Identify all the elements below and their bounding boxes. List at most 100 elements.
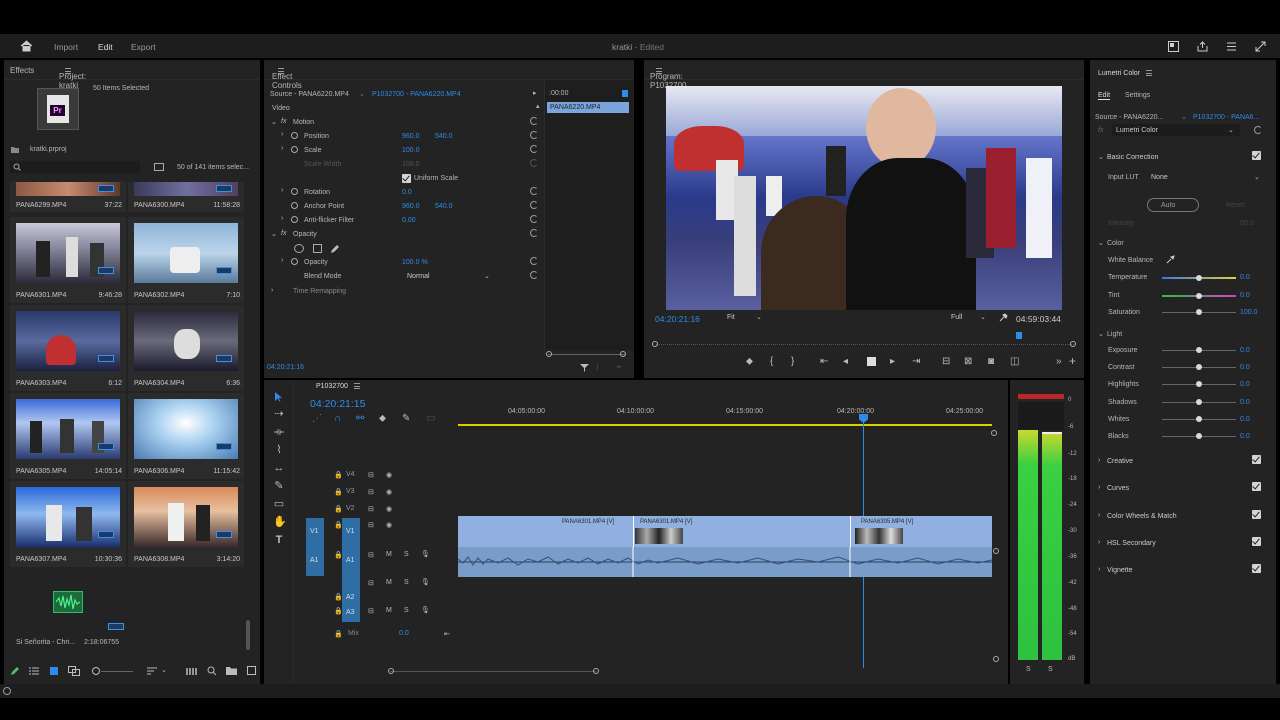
expand-icon[interactable]: › xyxy=(1098,512,1100,519)
position-y[interactable]: 540.0 xyxy=(435,133,453,140)
list-item[interactable]: PANA6303.MP4 6:12 xyxy=(10,305,126,391)
hsl-secondary-checkbox[interactable] xyxy=(1252,537,1261,546)
track-select-icon[interactable]: ⇢ xyxy=(273,408,285,420)
track-a2-target[interactable]: A2 xyxy=(342,576,360,604)
hsl-secondary-section[interactable]: HSL Secondary xyxy=(1107,540,1156,547)
fit-select[interactable]: Fit ⌄ xyxy=(726,312,766,324)
sort-icon[interactable] xyxy=(147,666,157,676)
reset-icon[interactable] xyxy=(1254,126,1262,134)
panel-menu-icon[interactable] xyxy=(278,68,284,74)
track-scroll-handle[interactable] xyxy=(993,548,999,554)
tab-program[interactable]: Program: P1032700 xyxy=(650,66,686,90)
stopwatch-icon[interactable] xyxy=(291,258,298,265)
nav-export[interactable]: Export xyxy=(131,42,156,52)
lock-icon[interactable]: 🔒 xyxy=(334,488,343,496)
keyframe-area[interactable]: :00:00 PANA6220.MP4 xyxy=(544,80,634,350)
nest-icon[interactable]: ⋰ xyxy=(312,414,322,424)
zoom-handle-right[interactable] xyxy=(620,351,626,357)
sync-lock-icon[interactable]: ⊟ xyxy=(368,471,374,479)
type-tool-icon[interactable]: T xyxy=(273,534,285,546)
tab-project[interactable]: Project: kratki xyxy=(59,66,86,90)
marker-icon[interactable]: ⬥ xyxy=(379,414,386,424)
tab-effects[interactable]: Effects xyxy=(10,66,34,75)
uniform-scale-checkbox[interactable] xyxy=(402,174,411,183)
reset-icon[interactable] xyxy=(530,215,538,223)
vignette-section[interactable]: Vignette xyxy=(1107,567,1133,574)
sync-lock-icon[interactable]: ⊟ xyxy=(368,551,374,559)
blacks-slider[interactable] xyxy=(1162,433,1236,439)
wrench-icon[interactable] xyxy=(998,313,1008,323)
program-timecode[interactable]: 04:20:21:16 xyxy=(655,314,700,324)
stopwatch-icon[interactable] xyxy=(291,146,298,153)
tab-effect-controls[interactable]: Effect Controls xyxy=(272,66,302,90)
go-to-in-icon[interactable]: ⇤ xyxy=(820,357,828,367)
play-only-icon[interactable]: ▸ xyxy=(533,89,537,97)
mute-button[interactable]: M xyxy=(386,579,392,586)
contrast-value[interactable]: 0.0 xyxy=(1240,364,1250,371)
find-icon[interactable] xyxy=(207,666,217,676)
expand-icon[interactable]: › xyxy=(281,257,283,264)
reset-icon[interactable] xyxy=(530,271,538,279)
basic-correction[interactable]: Basic Correction xyxy=(1107,154,1158,161)
mark-in-icon[interactable]: { xyxy=(770,357,773,367)
mark-out-icon[interactable]: } xyxy=(791,357,794,367)
lock-icon[interactable]: 🔒 xyxy=(334,505,343,513)
panel-menu-icon[interactable] xyxy=(1146,70,1153,76)
blend-mode-select[interactable]: Normal ⌄ xyxy=(404,270,494,282)
expand-icon[interactable]: › xyxy=(281,187,283,194)
program-scrub-bar[interactable] xyxy=(656,344,1074,345)
go-to-out-icon[interactable]: ⇥ xyxy=(912,357,920,367)
sync-lock-icon[interactable]: ⊟ xyxy=(368,505,374,513)
selection-tool-icon[interactable] xyxy=(274,391,283,402)
mute-button[interactable]: M xyxy=(386,551,392,558)
sequence-timecode[interactable]: 04:20:21:15 xyxy=(310,398,365,410)
expand-chevron-icon[interactable]: ⌄ xyxy=(1098,153,1104,161)
highlights-value[interactable]: 0.0 xyxy=(1240,381,1250,388)
color-wheels-checkbox[interactable] xyxy=(1252,510,1261,519)
list-item[interactable]: PANA6300.MP4 11:58:28 xyxy=(128,182,244,212)
lock-icon[interactable]: 🔒 xyxy=(334,630,343,638)
stopwatch-icon[interactable] xyxy=(291,202,298,209)
blacks-value[interactable]: 0.0 xyxy=(1240,433,1250,440)
play-audio-icon[interactable]: ⟩ xyxy=(596,363,599,371)
comparison-icon[interactable]: ◫ xyxy=(1010,357,1019,367)
solo-button[interactable]: S xyxy=(404,551,409,558)
anchor-x[interactable]: 960.0 xyxy=(402,203,420,210)
mic-icon[interactable]: 🎙 xyxy=(421,550,430,558)
creative-checkbox[interactable] xyxy=(1252,455,1261,464)
snap-icon[interactable]: ∩ xyxy=(334,414,341,424)
vignette-checkbox[interactable] xyxy=(1252,564,1261,573)
auto-button[interactable]: Auto xyxy=(1147,198,1199,212)
chevron-down-icon[interactable]: ⌄ xyxy=(1181,113,1187,121)
nav-import[interactable]: Import xyxy=(54,42,78,52)
workspace-icon[interactable] xyxy=(1168,41,1179,52)
opacity-value[interactable]: 100.0 % xyxy=(402,259,428,266)
list-item[interactable]: PANA6308.MP4 3:14:20 xyxy=(128,481,244,567)
list-item[interactable]: PANA6302.MP4 7:10 xyxy=(128,217,244,303)
scrollbar[interactable] xyxy=(246,620,250,650)
nav-edit[interactable]: Edit xyxy=(98,42,113,52)
track-a3-target[interactable]: A3 xyxy=(342,604,360,622)
ripple-edit-icon[interactable]: ⟛ xyxy=(273,426,285,438)
zoom-slider[interactable] xyxy=(101,671,133,672)
rotation-value[interactable]: 0.0 xyxy=(402,189,412,196)
filter-icon[interactable] xyxy=(580,363,589,372)
solo-button[interactable]: S xyxy=(404,579,409,586)
scale-value[interactable]: 100.0 xyxy=(402,147,420,154)
expand-icon[interactable]: › xyxy=(281,145,283,152)
expand-icon[interactable]: › xyxy=(281,215,283,222)
export-icon[interactable]: ⇥ xyxy=(615,363,621,371)
antiflicker-value[interactable]: 0.00 xyxy=(402,217,416,224)
stop-icon[interactable] xyxy=(867,357,876,366)
list-item[interactable]: PANA6301.MP4 9:46:28 xyxy=(10,217,126,303)
basic-correction-checkbox[interactable] xyxy=(1252,151,1261,160)
lock-icon[interactable]: 🔒 xyxy=(334,471,343,479)
mic-icon[interactable]: 🎙 xyxy=(421,578,430,586)
sync-lock-icon[interactable]: ⊟ xyxy=(368,607,374,615)
audio-clip-track[interactable] xyxy=(457,547,993,577)
keyframe-playhead[interactable] xyxy=(622,90,628,97)
ellipse-mask-icon[interactable] xyxy=(294,244,304,253)
creative-section[interactable]: Creative xyxy=(1107,458,1133,465)
reset-icon[interactable] xyxy=(530,201,538,209)
exposure-slider[interactable] xyxy=(1162,347,1236,353)
